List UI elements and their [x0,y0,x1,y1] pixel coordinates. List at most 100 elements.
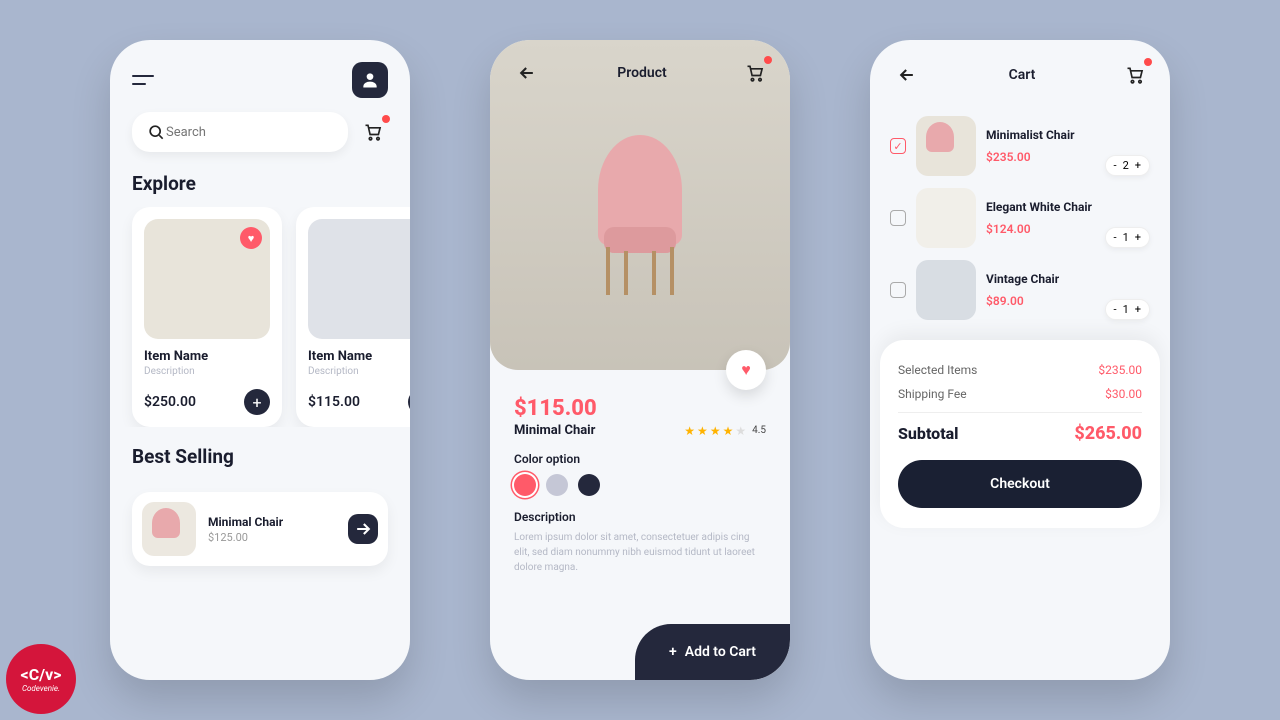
cart-icon [1125,65,1145,85]
selected-items-value: $235.00 [1098,363,1142,377]
color-option-label: Color option [514,452,766,466]
cart-badge-icon [382,115,390,123]
plus-icon: + [669,644,677,660]
cart-icon [363,122,383,142]
plus-icon[interactable]: + [1135,159,1141,172]
color-swatch[interactable] [546,474,568,496]
quantity-stepper[interactable]: -2+ [1105,155,1150,176]
plus-icon[interactable]: + [1135,303,1141,316]
menu-icon[interactable] [132,73,154,87]
color-swatch[interactable] [578,474,600,496]
logo-code: <C/v> [21,665,62,684]
cart-item: ✓ Minimalist Chair $235.00 -2+ [870,110,1170,182]
heart-icon: ♥ [741,360,751,380]
plus-icon[interactable]: + [1135,231,1141,244]
cart-button[interactable] [358,117,388,147]
logo-name: Codevenie. [22,684,60,693]
back-button[interactable] [510,56,544,90]
chair-illustration [580,115,700,295]
minus-icon[interactable]: - [1114,231,1117,244]
product-title: Item Name [144,349,270,364]
product-price: $115.00 [514,396,766,421]
cart-badge-icon [764,56,772,64]
profile-button[interactable] [352,62,388,98]
checkout-button[interactable]: Checkout [898,460,1142,508]
explore-list: ♥ Item Name Description $250.00 + Item N… [110,207,410,427]
product-price: $115.00 [308,394,360,410]
favorite-icon[interactable]: ♥ [240,227,262,249]
checkbox[interactable]: ✓ [890,138,906,154]
product-image: ♥ [144,219,270,339]
star-icon: ★ [735,424,746,438]
checkbox[interactable] [890,210,906,226]
minus-icon[interactable]: - [1114,303,1117,316]
product-card[interactable]: Item Name Description $115.00 + [296,207,410,427]
page-title: Cart [1009,67,1036,83]
star-icon: ★ [723,424,734,438]
search-icon [146,122,166,142]
quantity-stepper[interactable]: -1+ [1105,299,1150,320]
cart-item-name: Elegant White Chair [986,200,1095,214]
back-button[interactable] [890,58,924,92]
rating: ★ ★ ★ ★ ★ 4.5 [684,424,766,438]
explore-heading: Explore [110,168,410,207]
color-swatches [514,474,766,496]
product-card[interactable]: ♥ Item Name Description $250.00 + [132,207,282,427]
star-icon: ★ [684,424,695,438]
shipping-fee-value: $30.00 [1105,387,1142,401]
rating-value: 4.5 [752,425,766,436]
product-subtitle: Description [144,366,270,377]
product-subtitle: Description [308,366,410,377]
minus-icon[interactable]: - [1114,159,1117,172]
product-name: Minimal Chair [514,423,595,438]
product-thumb [916,188,976,248]
cart-item: Elegant White Chair $124.00 -1+ [870,182,1170,254]
product-image [308,219,410,339]
description-text: Lorem ipsum dolor sit amet, consectetuer… [514,530,766,575]
best-selling-item[interactable]: Minimal Chair $125.00 [132,492,388,566]
user-icon [360,70,380,90]
selected-items-label: Selected Items [898,363,977,377]
page-title: Product [617,65,666,81]
subtotal-value: $265.00 [1074,423,1142,444]
checkbox[interactable] [890,282,906,298]
cart-badge-icon [1144,58,1152,66]
cart-button[interactable] [1120,60,1150,90]
search-input[interactable] [132,112,348,152]
star-icon: ★ [710,424,721,438]
cart-item-name: Minimalist Chair [986,128,1095,142]
product-title: Item Name [308,349,410,364]
cart-item-name: Vintage Chair [986,272,1095,286]
description-label: Description [514,510,766,524]
product-thumb [916,260,976,320]
cart-screen: Cart ✓ Minimalist Chair $235.00 -2+ Eleg… [870,40,1170,680]
product-price: $125.00 [208,531,348,544]
cart-button[interactable] [740,58,770,88]
shipping-fee-label: Shipping Fee [898,387,967,401]
product-screen: Product ♥ $115.00 Minimal Chair ★ ★ ★ ★ … [490,40,790,680]
product-title: Minimal Chair [208,515,348,529]
arrow-left-icon [517,63,537,83]
product-thumb [916,116,976,176]
add-to-cart-button[interactable]: + Add to Cart [635,624,790,680]
add-to-cart-label: Add to Cart [685,644,756,660]
arrow-left-icon [897,65,917,85]
favorite-button[interactable]: ♥ [726,350,766,390]
cart-item-price: $89.00 [986,294,1095,308]
cart-item: Vintage Chair $89.00 -1+ [870,254,1170,326]
divider [898,412,1142,413]
product-thumb [142,502,196,556]
best-selling-heading: Best Selling [110,441,410,480]
arrow-button[interactable] [348,514,378,544]
add-button[interactable]: + [244,389,270,415]
star-icon: ★ [697,424,708,438]
color-swatch[interactable] [514,474,536,496]
product-price: $250.00 [144,394,196,410]
order-summary: Selected Items $235.00 Shipping Fee $30.00… [880,340,1160,528]
quantity-stepper[interactable]: -1+ [1105,227,1150,248]
add-button[interactable]: + [408,389,410,415]
cart-item-price: $235.00 [986,150,1095,164]
subtotal-label: Subtotal [898,424,959,443]
product-hero-image: Product ♥ [490,40,790,370]
brand-logo: <C/v> Codevenie. [6,644,76,714]
